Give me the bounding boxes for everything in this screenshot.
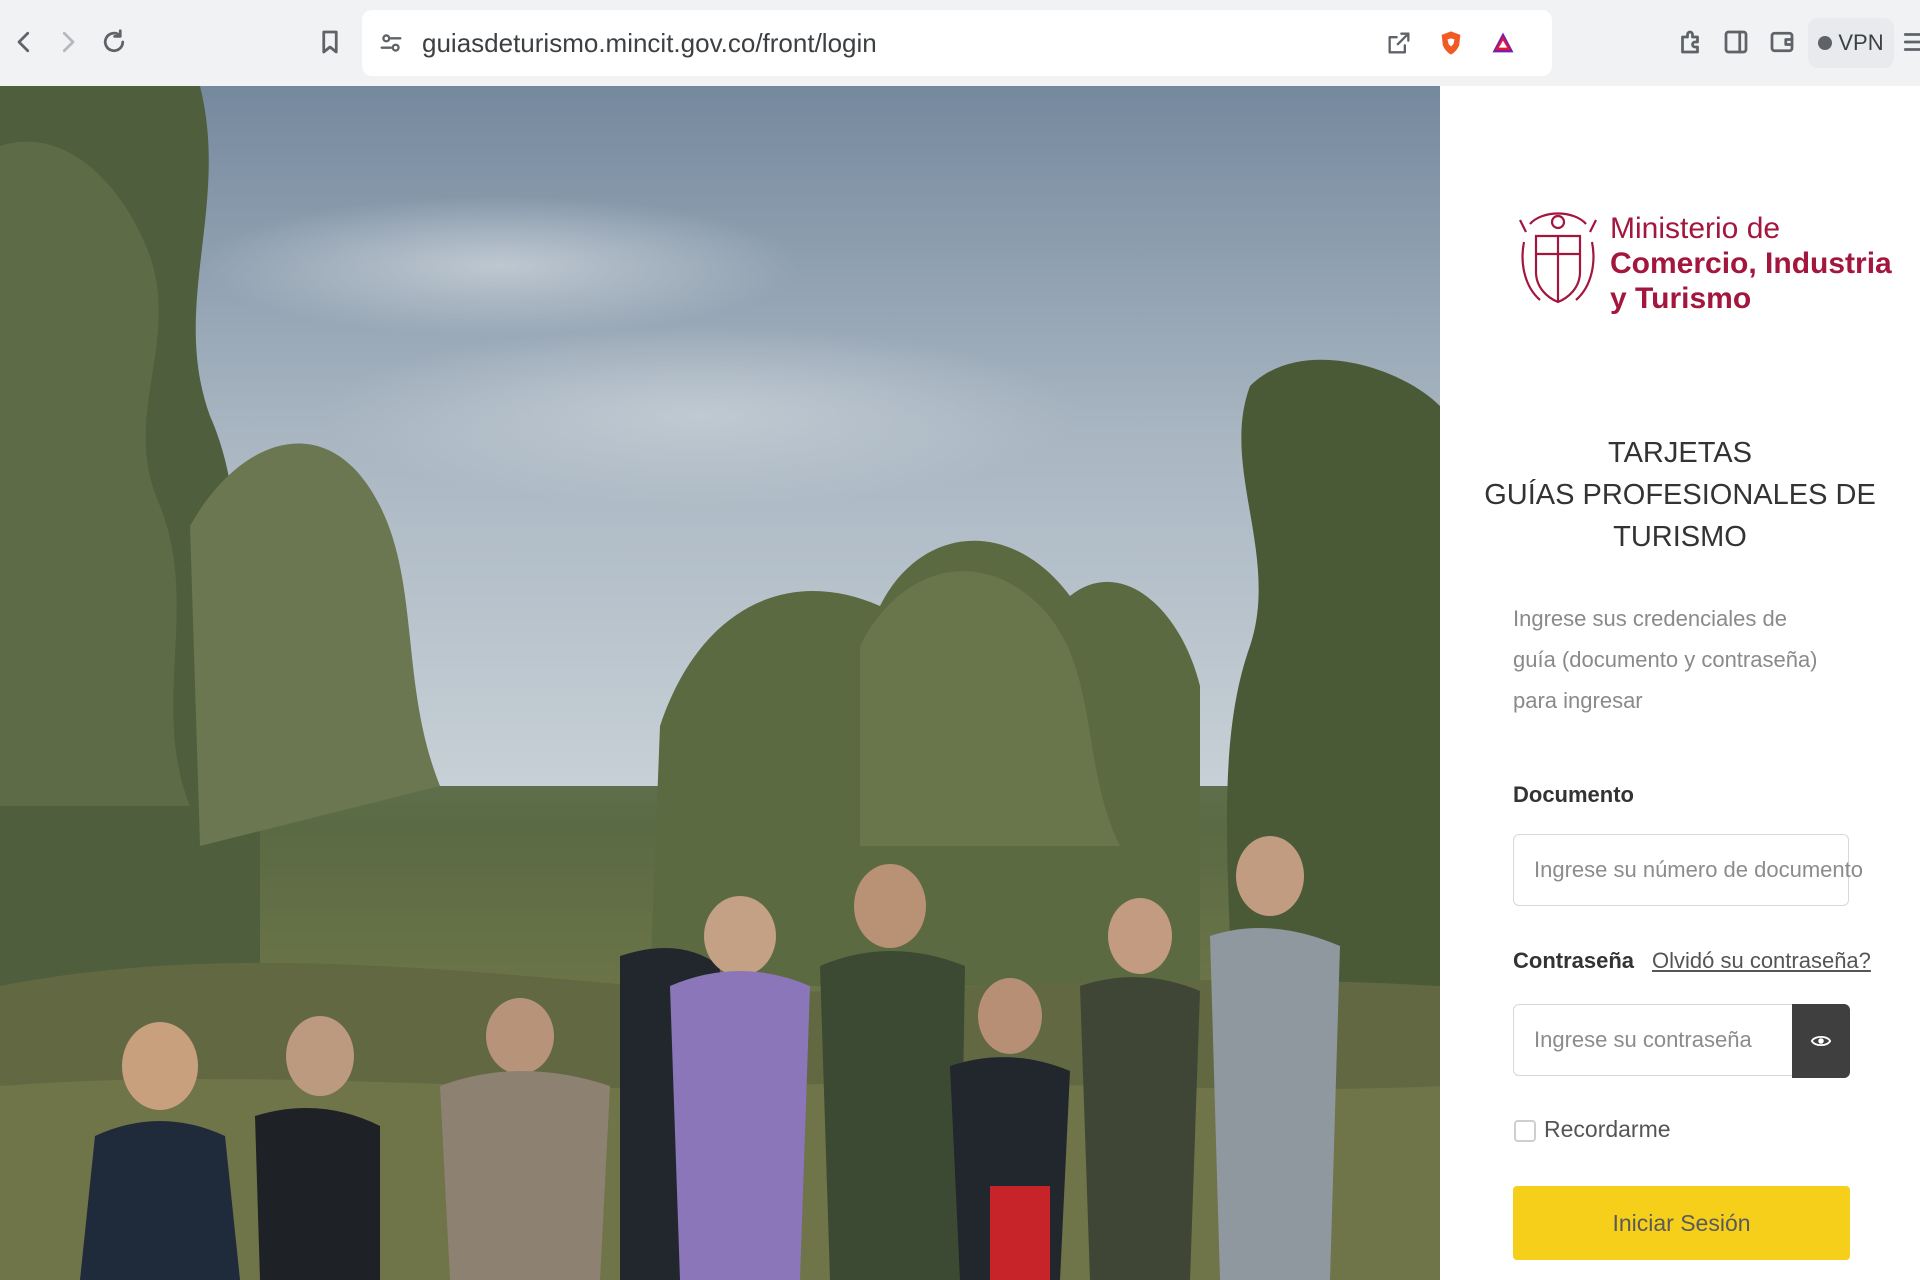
login-panel: Ministerio de Comercio, Industria y Turi…	[1440, 86, 1920, 1280]
forgot-password-link[interactable]: Olvidó su contraseña?	[1652, 948, 1871, 974]
toggle-password-button[interactable]	[1792, 1004, 1850, 1078]
logo-line-2: Comercio, Industria	[1610, 247, 1892, 280]
sidebar-icon[interactable]	[1714, 20, 1758, 64]
eye-icon	[1810, 1035, 1832, 1047]
password-label: Contraseña	[1513, 948, 1635, 973]
title-line-3: TURISMO	[1613, 521, 1747, 553]
wallet-icon[interactable]	[1760, 20, 1804, 64]
document-input[interactable]: Ingrese su número de documento	[1513, 834, 1863, 906]
ministry-logo: Ministerio de Comercio, Industria y Turi…	[1516, 202, 1892, 322]
reload-icon[interactable]	[92, 20, 136, 64]
vpn-label: VPN	[1838, 30, 1884, 55]
document-label: Documento	[1513, 782, 1634, 807]
remember-label[interactable]: Recordarme	[1544, 1116, 1671, 1143]
login-button[interactable]: Iniciar Sesión	[1513, 1186, 1850, 1260]
document-placeholder: Ingrese su número de documento	[1534, 857, 1863, 882]
url-text[interactable]: guiasdeturismo.mincit.gov.co/front/login	[422, 28, 877, 58]
logo-line-3: y Turismo	[1610, 282, 1752, 315]
site-settings-icon[interactable]	[376, 28, 406, 58]
hero-photo	[0, 86, 1440, 1280]
vpn-status-icon	[1818, 36, 1833, 50]
title-line-2: GUÍAS PROFESIONALES DE	[1484, 479, 1876, 511]
extensions-icon[interactable]	[1668, 20, 1712, 64]
address-bar[interactable]: guiasdeturismo.mincit.gov.co/front/login	[362, 10, 1552, 76]
remember-checkbox[interactable]	[1514, 1120, 1536, 1142]
hero-photo-illustration	[0, 86, 1440, 1280]
vpn-button[interactable]: VPN	[1808, 18, 1894, 68]
brave-shield-icon[interactable]	[1436, 28, 1466, 58]
bookmark-icon[interactable]	[308, 20, 352, 64]
login-description: Ingrese sus credenciales de guía (docume…	[1513, 606, 1818, 713]
password-placeholder: Ingrese su contraseña	[1534, 1027, 1752, 1052]
menu-icon[interactable]	[1892, 20, 1920, 64]
page-title: TARJETAS GUÍAS PROFESIONALES DE TURISMO	[1470, 432, 1890, 558]
back-icon[interactable]	[2, 20, 46, 64]
logo-line-1: Ministerio de	[1610, 212, 1781, 245]
share-icon[interactable]	[1384, 28, 1414, 58]
coat-of-arms-icon	[1519, 212, 1597, 304]
title-line-1: TARJETAS	[1608, 437, 1752, 469]
browser-toolbar: guiasdeturismo.mincit.gov.co/front/login…	[0, 0, 1920, 86]
password-input[interactable]: Ingrese su contraseña	[1513, 1004, 1793, 1076]
forward-icon[interactable]	[46, 20, 90, 64]
brave-rewards-icon[interactable]	[1488, 28, 1518, 58]
